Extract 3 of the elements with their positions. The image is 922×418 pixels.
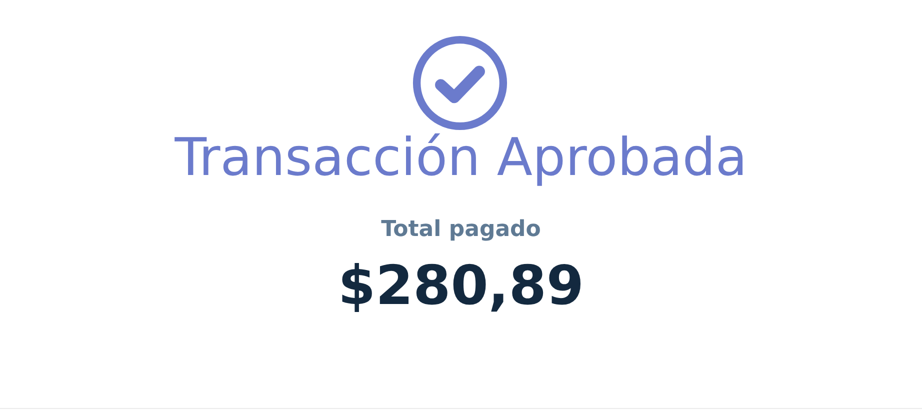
total-label: Total pagado [381,216,541,244]
result-title: Transacción Aprobada [174,128,748,188]
total-amount: $280,89 [338,253,584,319]
